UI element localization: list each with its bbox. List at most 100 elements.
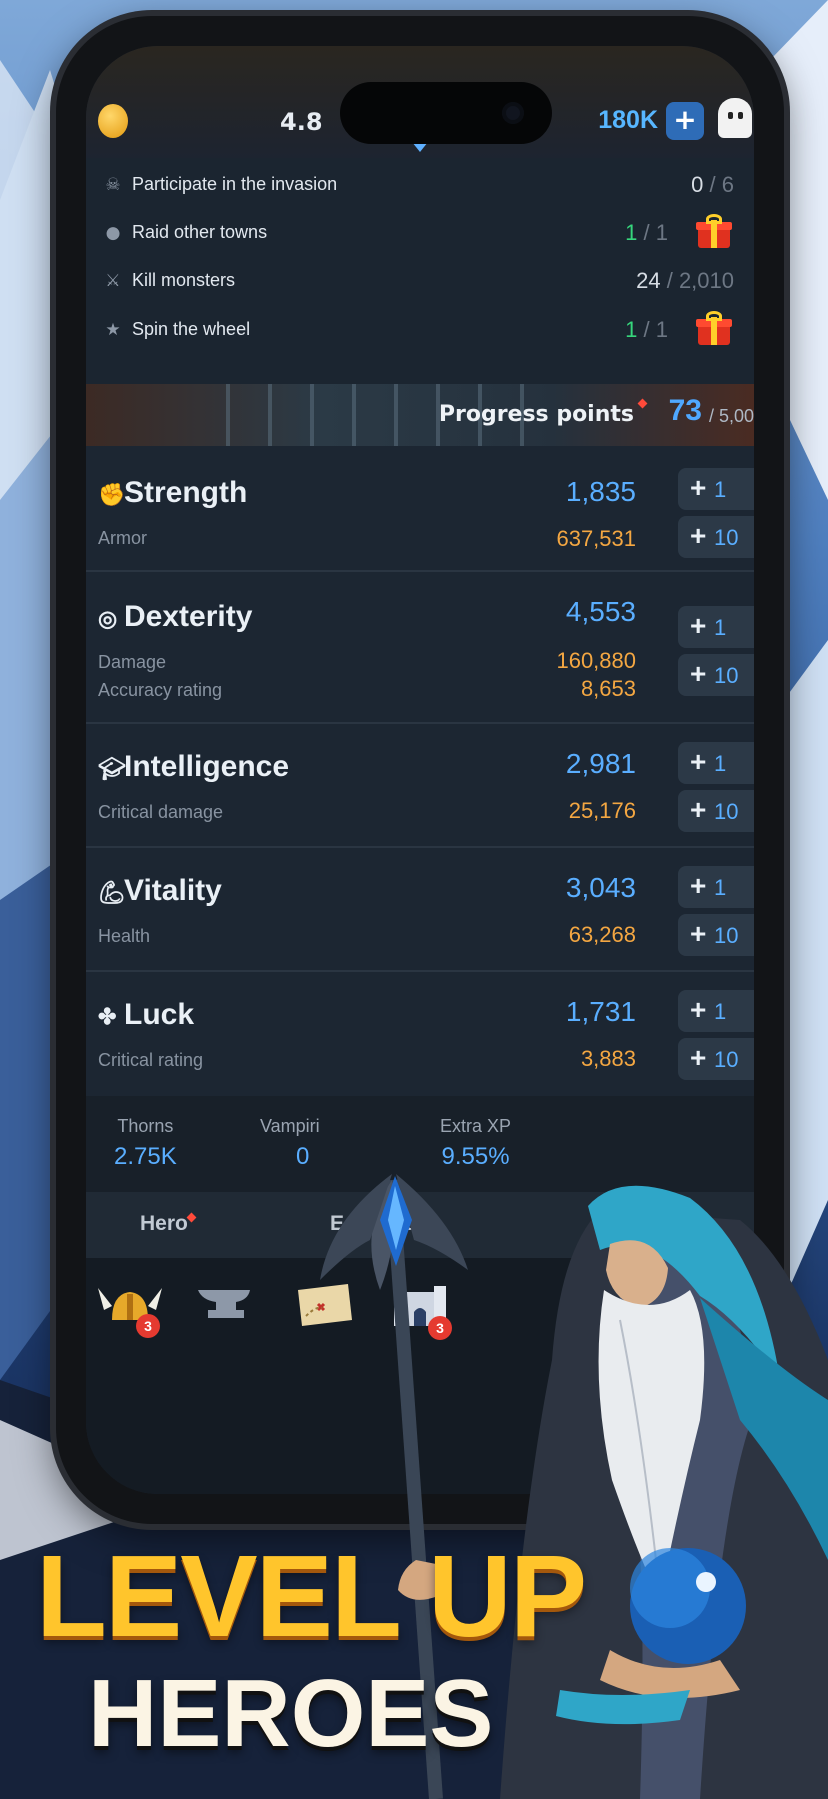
extra-stats-strip: Thorns 2.75K Vampiri 0 Extra XP 9.55% [86,1096,754,1192]
stat-title: 🎓︎Intelligence [98,750,290,783]
add-1-button[interactable]: +1 [678,866,754,908]
sub-stat-value: 8,653 [580,676,636,701]
fist-icon: ✊ [98,482,126,507]
stat-value: 3,043 [565,872,636,903]
promo-headline: LEVEL UP [36,1531,587,1661]
quest-label: Raid other towns [132,222,268,242]
quest-row: ☠ Participate in the invasion 0 / 6 [86,162,754,210]
add-10-button[interactable]: +10 [678,516,754,558]
quest-label: Spin the wheel [132,319,251,339]
stat-strength: ✊Strength 1,835 Armor 637,531 +1 +10 [86,446,754,572]
nav-forge[interactable] [190,1276,262,1332]
sub-stat-value: 25,176 [568,798,636,823]
quest-progress: 1 / 1 [625,317,668,342]
add-1-button[interactable]: +1 [678,990,754,1032]
arm-icon: 💪︎ [98,880,126,905]
extra-stat: Extra XP 9.55% [440,1116,511,1171]
add-1-button[interactable]: +1 [678,468,754,510]
star-icon: ★ [105,320,121,340]
gems-count: 180K [598,106,658,134]
stats-panel: ✊Strength 1,835 Armor 637,531 +1 +10 ◎ De… [86,446,754,1096]
target-icon: ◎ [98,606,118,631]
stat-title: ✤ Luck [98,998,195,1031]
fire-icon: ● [105,223,121,243]
game-screen: 4.8 180K + ☠ Participate in the invasion… [86,46,754,1494]
resource-value: 4.8 [280,108,323,136]
notification-badge: 3 [136,1314,160,1338]
gold-coin-icon [98,104,128,138]
skull-icon: ☠ [105,175,121,195]
gift-reward-icon[interactable] [696,214,732,248]
tab-bar: Hero Ec ment [86,1192,754,1258]
sub-stat-value: 3,883 [580,1046,636,1071]
sub-stat-value: 637,531 [556,526,636,551]
extra-stat-label: Vampiri [260,1116,320,1136]
add-10-button[interactable]: +10 [678,790,754,832]
dynamic-island [340,82,552,144]
tab-equipment[interactable]: Ec ment [330,1212,412,1236]
ghost-avatar-icon[interactable] [718,98,752,138]
add-10-button[interactable]: +10 [678,1038,754,1080]
quest-label: Participate in the invasion [132,174,338,194]
extra-stat-value: 0 [296,1143,310,1170]
progress-value: 73 [668,394,702,427]
stat-title: ◎ Dexterity [98,600,253,633]
quest-progress: 1 / 1 [625,220,668,245]
extra-stat: Vampiri 0 [260,1116,320,1171]
add-1-button[interactable]: +1 [678,742,754,784]
quest-list: ☠ Participate in the invasion 0 / 6 ● Ra… [86,158,754,384]
sub-stat-value: 160,880 [556,648,636,673]
notification-badge: 3 [428,1316,452,1340]
sub-stat-label: Critical damage [98,802,224,822]
extra-stat-value: 9.55% [441,1143,510,1170]
add-gems-button[interactable]: + [666,102,704,140]
stat-dexterity: ◎ Dexterity 4,553 Damage 160,880 Accuracy… [86,572,754,724]
nav-map[interactable] [288,1276,360,1332]
extra-stat-label: Thorns [117,1116,174,1136]
extra-stat: Thorns 2.75K [114,1116,177,1171]
quest-label: Kill monsters [132,270,236,290]
phone-frame: 4.8 180K + ☠ Participate in the invasion… [56,16,784,1524]
nav-castle[interactable]: 3 [384,1276,456,1340]
bottom-nav: 3 3 [86,1258,754,1494]
anvil-icon [198,1290,250,1318]
notification-dot-icon [186,1212,197,1223]
extra-stat-label: Extra XP [440,1116,512,1136]
stat-title: ✊Strength [98,476,248,509]
tab-hero[interactable]: Hero [140,1212,188,1236]
graduation-cap-icon: 🎓︎ [98,756,126,781]
clover-icon: ✤ [98,1004,117,1029]
treasure-map-icon [298,1284,352,1326]
quest-progress: 24 / 2,010 [636,268,734,293]
sub-stat-label: Health [98,926,151,946]
extra-stat-value: 2.75K [114,1143,177,1170]
progress-banner: Progress points 73 / 5,00 [86,384,754,446]
stat-value: 4,553 [565,596,636,627]
stat-title: 💪︎Vitality [98,874,222,907]
sword-icon: ⚔ [105,271,121,291]
stat-luck: ✤ Luck 1,731 Critical rating 3,883 +1 +10 [86,972,754,1096]
progress-label: Progress points [438,402,634,427]
add-1-button[interactable]: +1 [678,606,754,648]
sub-stat-label: Critical rating [98,1050,204,1070]
quest-row: ⚔ Kill monsters 24 / 2,010 [86,258,754,306]
notification-dot-icon [637,398,648,409]
nav-hero[interactable]: 3 [94,1276,166,1338]
promo-subheadline: HEROES [88,1660,494,1767]
sub-stat-label: Armor [98,528,147,548]
quest-row: ★ Spin the wheel 1 / 1 [86,307,754,355]
stat-value: 1,731 [565,996,636,1027]
gift-reward-icon[interactable] [696,311,732,345]
add-10-button[interactable]: +10 [678,654,754,696]
stat-vitality: 💪︎Vitality 3,043 Health 63,268 +1 +10 [86,848,754,972]
add-10-button[interactable]: +10 [678,914,754,956]
quest-row: ● Raid other towns 1 / 1 [86,210,754,258]
progress-max: / 5,00 [708,406,754,426]
quest-progress: 0 / 6 [691,172,734,197]
camera-icon [502,102,524,124]
sub-stat-label: Damage [98,652,167,672]
stat-intelligence: 🎓︎Intelligence 2,981 Critical damage 25,… [86,724,754,848]
stat-value: 1,835 [565,476,636,507]
stat-value: 2,981 [565,748,636,779]
sub-stat-label: Accuracy rating [98,680,223,700]
